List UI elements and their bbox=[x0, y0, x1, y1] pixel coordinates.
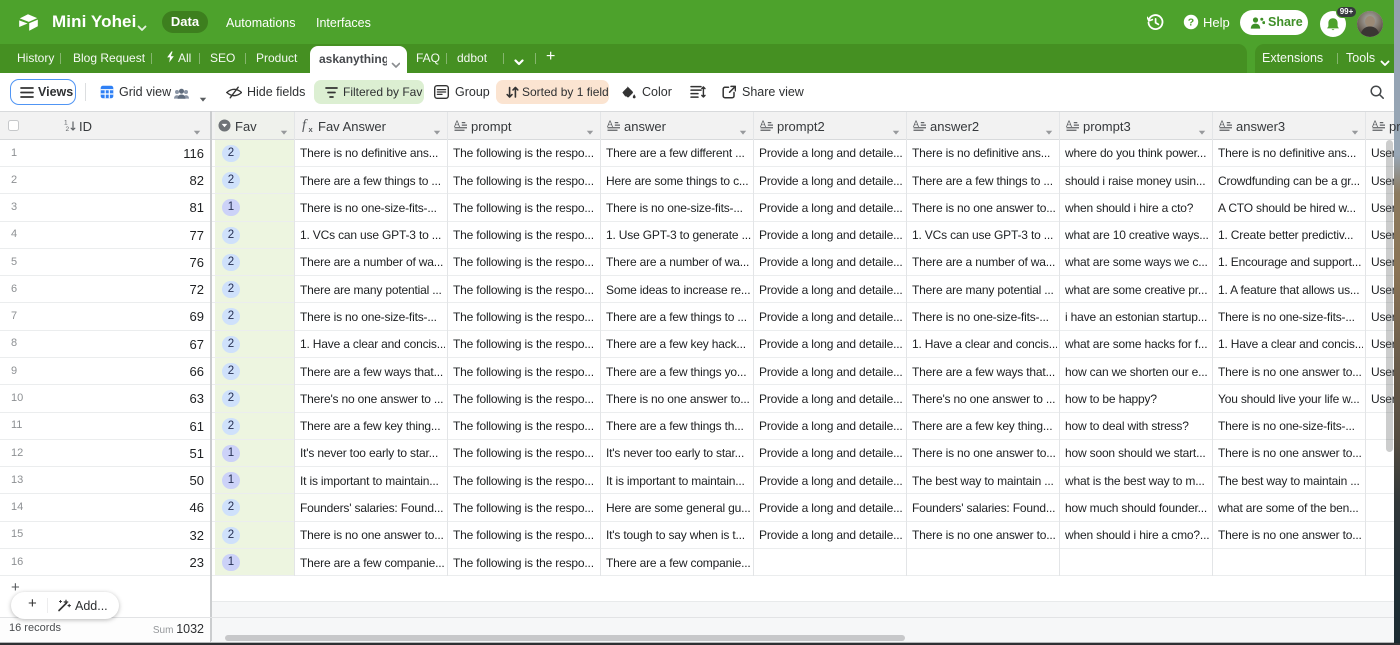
svg-text:?: ? bbox=[1188, 17, 1194, 29]
svg-text:f: f bbox=[302, 119, 308, 132]
svg-text:2: 2 bbox=[66, 126, 70, 132]
svg-text:x: x bbox=[309, 125, 314, 132]
